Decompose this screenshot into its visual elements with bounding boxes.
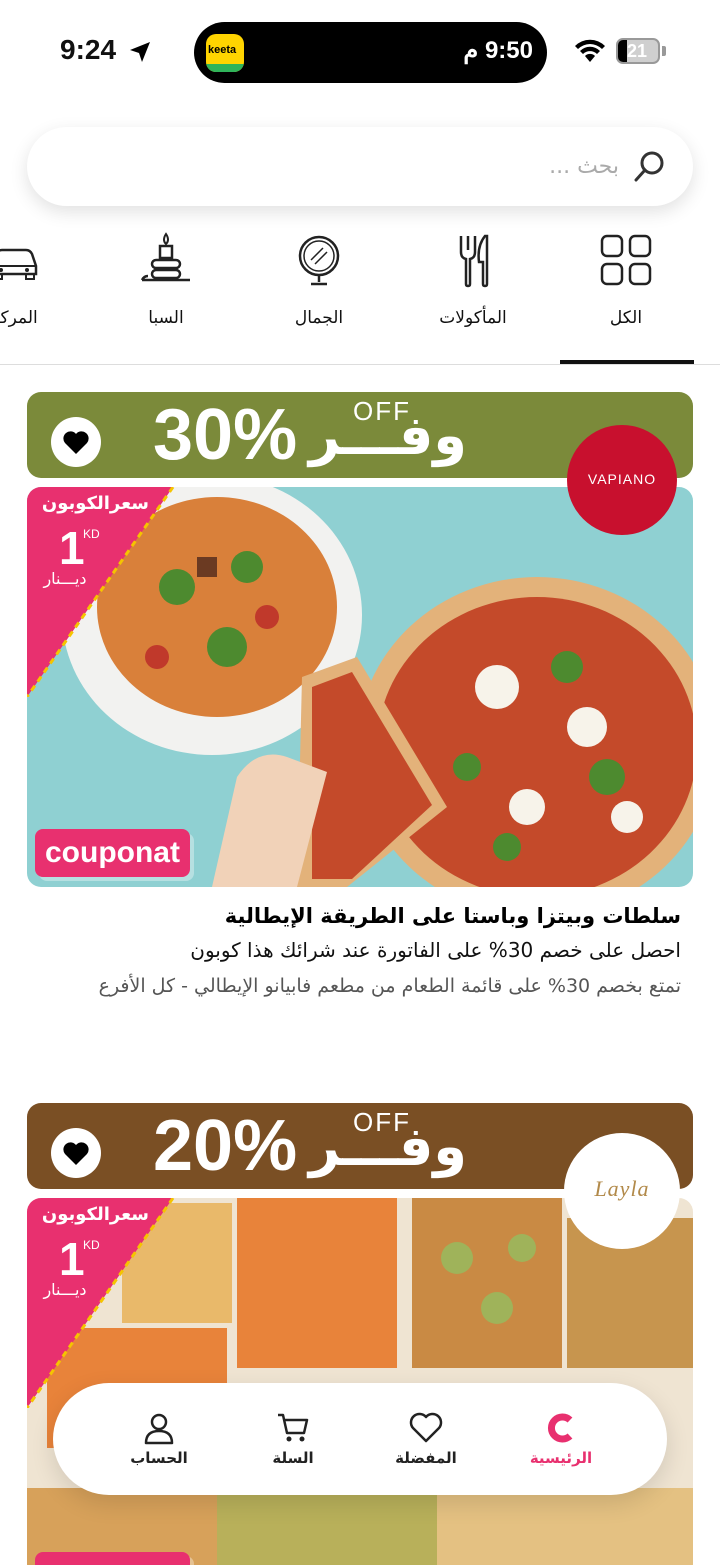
tab-label: السبا xyxy=(148,308,184,328)
battery-icon: 21 xyxy=(616,38,660,64)
search-bar[interactable] xyxy=(27,127,693,206)
location-arrow-icon xyxy=(130,42,150,62)
tab-vehicles[interactable]: المركبا xyxy=(0,222,84,365)
favorite-button[interactable] xyxy=(51,417,101,467)
tab-spa[interactable]: السبا xyxy=(96,222,236,365)
bottom-navigation: الرئيسية المفضلة السلة الحساب xyxy=(53,1383,667,1495)
tab-label: الجمال xyxy=(294,308,344,328)
vapiano-logo: VAPIANO xyxy=(567,425,677,535)
discount-percent: 20% xyxy=(153,1106,298,1186)
layla-logo: Layla xyxy=(567,1136,677,1246)
mirror-icon xyxy=(298,235,340,286)
fork-knife-icon xyxy=(459,234,489,288)
user-icon xyxy=(144,1413,174,1445)
nav-favorites[interactable]: المفضلة xyxy=(366,1383,486,1495)
deal-text: سلطات وبيتزا وباستا على الطريقة الإيطالي… xyxy=(27,904,681,1000)
heart-icon xyxy=(63,1142,89,1165)
cart-icon xyxy=(278,1413,309,1442)
deal-image: سعرالكوبون 1 KD ديـــنار couponat xyxy=(27,487,693,887)
coupon-unit: KD xyxy=(83,527,100,541)
search-input[interactable] xyxy=(79,147,619,185)
tab-label: الكل xyxy=(609,308,643,328)
couponat-badge: couponat xyxy=(35,1552,190,1565)
nav-account[interactable]: الحساب xyxy=(99,1383,219,1495)
battery-tip xyxy=(662,46,666,56)
off-text: OFF xyxy=(353,396,411,426)
discount-percent: 30% xyxy=(153,395,298,475)
nav-label: الرئيسية xyxy=(529,1449,593,1467)
nav-cart[interactable]: السلة xyxy=(233,1383,353,1495)
nav-label: السلة xyxy=(272,1449,314,1467)
coupon-price-tag: سعرالكوبون 1 KD ديـــنار xyxy=(27,487,177,697)
dynamic-island[interactable]: keeta 9:50 م xyxy=(194,22,547,83)
tab-label: المأكولات xyxy=(439,308,507,328)
nav-label: المفضلة xyxy=(395,1449,457,1467)
off-text: OFF xyxy=(353,1107,411,1137)
deal-title: سلطات وبيتزا وباستا على الطريقة الإيطالي… xyxy=(224,904,681,928)
home-c-icon xyxy=(548,1413,573,1443)
coupon-currency: ديـــنار xyxy=(43,569,87,588)
coupon-unit: KD xyxy=(83,1238,100,1252)
wifi-icon xyxy=(575,39,605,62)
heart-icon xyxy=(63,431,89,454)
coupon-price: 1 xyxy=(59,1233,85,1285)
coupon-price: 1 xyxy=(59,522,85,574)
nav-label: الحساب xyxy=(130,1449,188,1467)
deal-image: سعرالكوبون 1 KD ديـــنار couponat xyxy=(27,1198,693,1565)
deal-description: تمتع بخصم 30% على قائمة الطعام من مطعم ف… xyxy=(98,975,681,997)
spa-candle-icon xyxy=(140,232,190,282)
tab-beauty[interactable]: الجمال xyxy=(249,222,389,365)
coupon-price-label: سعرالكوبون xyxy=(41,1204,149,1225)
keeta-app-icon: keeta xyxy=(206,34,244,72)
live-activity-time: 9:50 م xyxy=(463,37,533,64)
nav-home[interactable]: الرئيسية xyxy=(501,1383,621,1495)
grid-icon xyxy=(600,234,652,286)
category-tabs: الكل المأكولات الجمال السبا المرك xyxy=(0,222,720,365)
active-tab-indicator xyxy=(560,360,694,364)
coupon-currency: ديـــنار xyxy=(43,1280,87,1299)
car-icon xyxy=(0,248,38,280)
deal-subtitle: احصل على خصم 30% على الفاتورة عند شرائك … xyxy=(190,938,681,962)
status-bar: 9:24 keeta 9:50 م 21 xyxy=(0,0,720,100)
coupon-price-label: سعرالكوبون xyxy=(41,493,149,514)
tab-label: المركبا xyxy=(0,308,38,328)
heart-icon xyxy=(409,1412,443,1443)
tab-food[interactable]: المأكولات xyxy=(403,222,543,365)
coupon-price-tag: سعرالكوبون 1 KD ديـــنار xyxy=(27,1198,177,1408)
status-time: 9:24 xyxy=(60,34,117,65)
couponat-badge: couponat xyxy=(35,829,190,877)
tab-all[interactable]: الكل xyxy=(556,222,696,365)
search-icon[interactable] xyxy=(633,149,667,183)
favorite-button[interactable] xyxy=(51,1128,101,1178)
